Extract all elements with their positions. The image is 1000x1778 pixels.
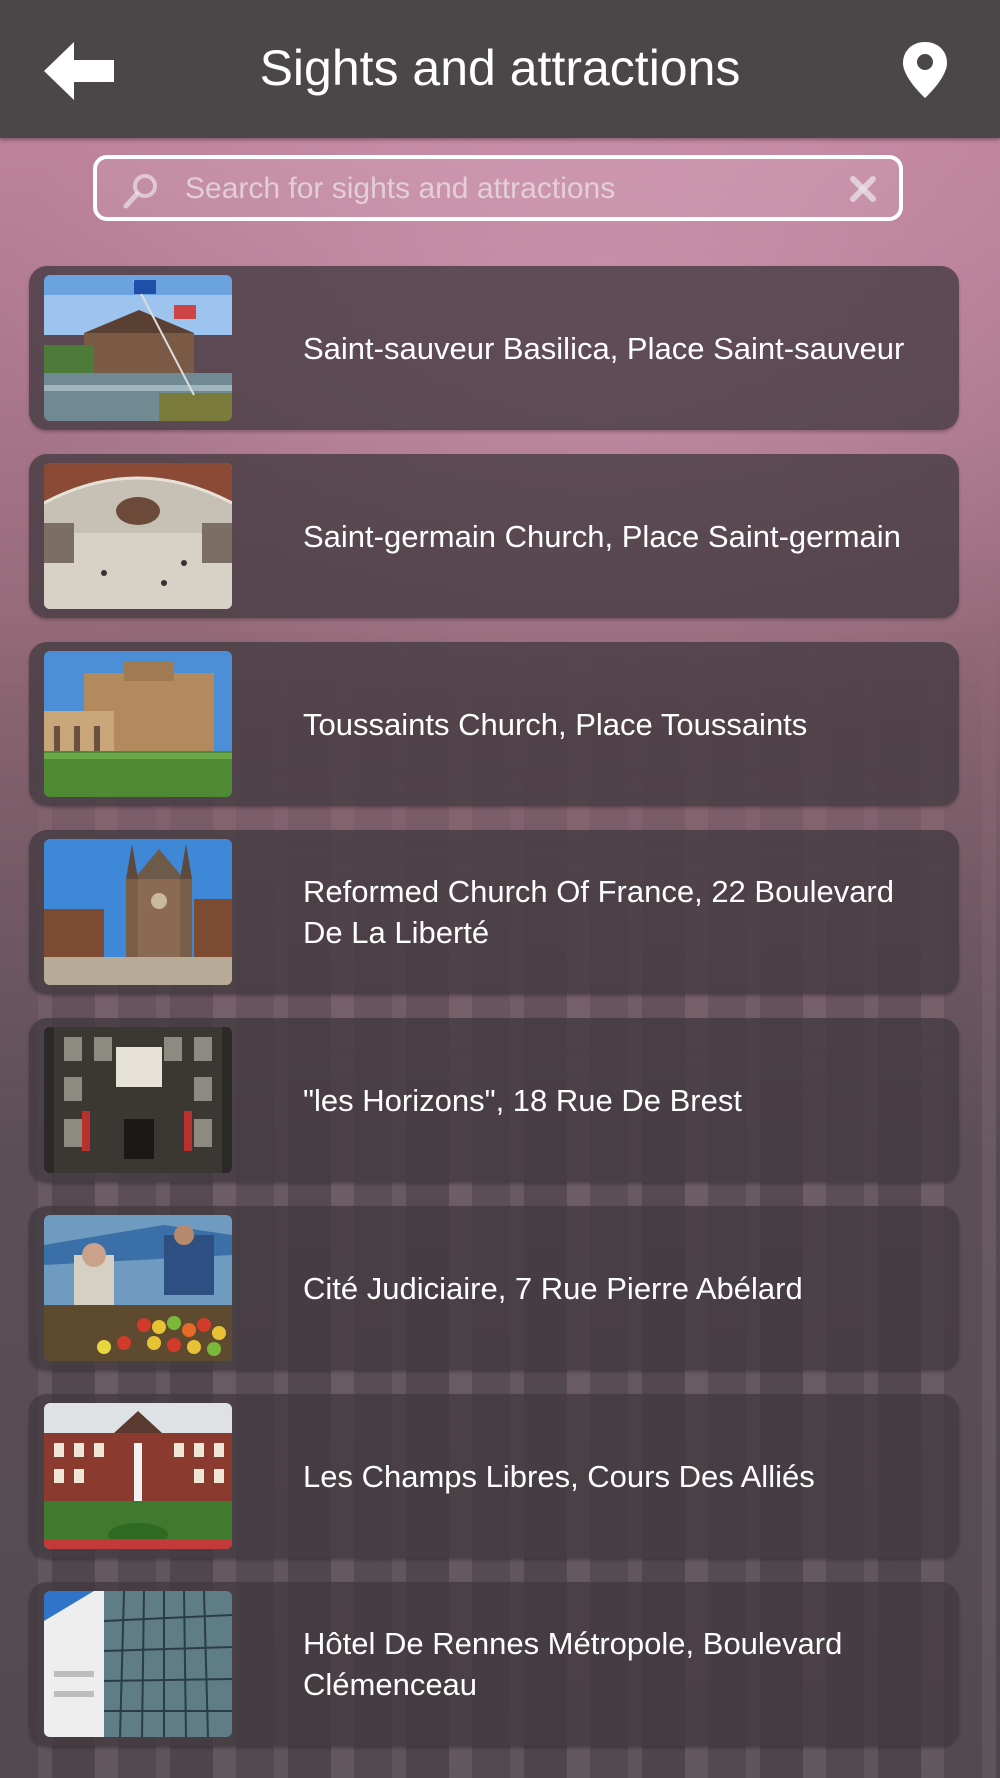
list-item[interactable]: Saint-sauveur Basilica, Place Saint-sauv… [29, 266, 959, 430]
header-bar: Sights and attractions [0, 0, 1000, 138]
list-item-label: Cité Judiciaire, 7 Rue Pierre Abélard [303, 1270, 803, 1306]
thumbnail-image [44, 275, 232, 421]
thumbnail-image [44, 463, 232, 609]
list-item-label: Toussaints Church, Place Toussaints [303, 706, 808, 742]
list-item[interactable]: Saint-germain Church, Place Saint-germai… [29, 454, 959, 618]
list-item-label: Les Champs Libres, Cours Des Alliés [303, 1458, 815, 1494]
list-item[interactable]: Reformed Church Of France, 22 Boulevard … [29, 830, 959, 994]
thumbnail-image [44, 1403, 232, 1549]
list-item-label: Reformed Church Of France, 22 Boulevard … [303, 874, 894, 950]
thumbnail-image [44, 1027, 232, 1173]
thumbnail-image [44, 1215, 232, 1361]
thumbnail-image [44, 651, 232, 797]
list-item[interactable]: "les Horizons", 18 Rue De Brest [29, 1018, 959, 1182]
list-item-label: "les Horizons", 18 Rue De Brest [303, 1082, 742, 1118]
list-item[interactable]: Hôtel De Rennes Métropole, Boulevard Clé… [29, 1582, 959, 1746]
back-button[interactable] [40, 36, 120, 106]
list-item[interactable]: Toussaints Church, Place Toussaints [29, 642, 959, 806]
search-box [93, 155, 903, 221]
magnifier-icon [123, 174, 157, 209]
list-item-label: Hôtel De Rennes Métropole, Boulevard Clé… [303, 1626, 843, 1702]
thumbnail-image [44, 1591, 232, 1737]
close-icon[interactable] [847, 173, 879, 205]
attractions-list: Saint-sauveur Basilica, Place Saint-sauv… [29, 266, 959, 1770]
page-title: Sights and attractions [259, 40, 741, 96]
list-item[interactable]: Cité Judiciaire, 7 Rue Pierre Abélard [29, 1206, 959, 1370]
search-input[interactable] [183, 165, 827, 213]
map-button[interactable] [900, 40, 950, 100]
map-pin-icon [903, 42, 947, 98]
list-item-label: Saint-germain Church, Place Saint-germai… [303, 518, 901, 554]
list-item[interactable]: Les Champs Libres, Cours Des Alliés [29, 1394, 959, 1558]
thumbnail-image [44, 839, 232, 985]
arrow-left-icon [44, 42, 114, 100]
list-item-label: Saint-sauveur Basilica, Place Saint-sauv… [303, 330, 905, 366]
